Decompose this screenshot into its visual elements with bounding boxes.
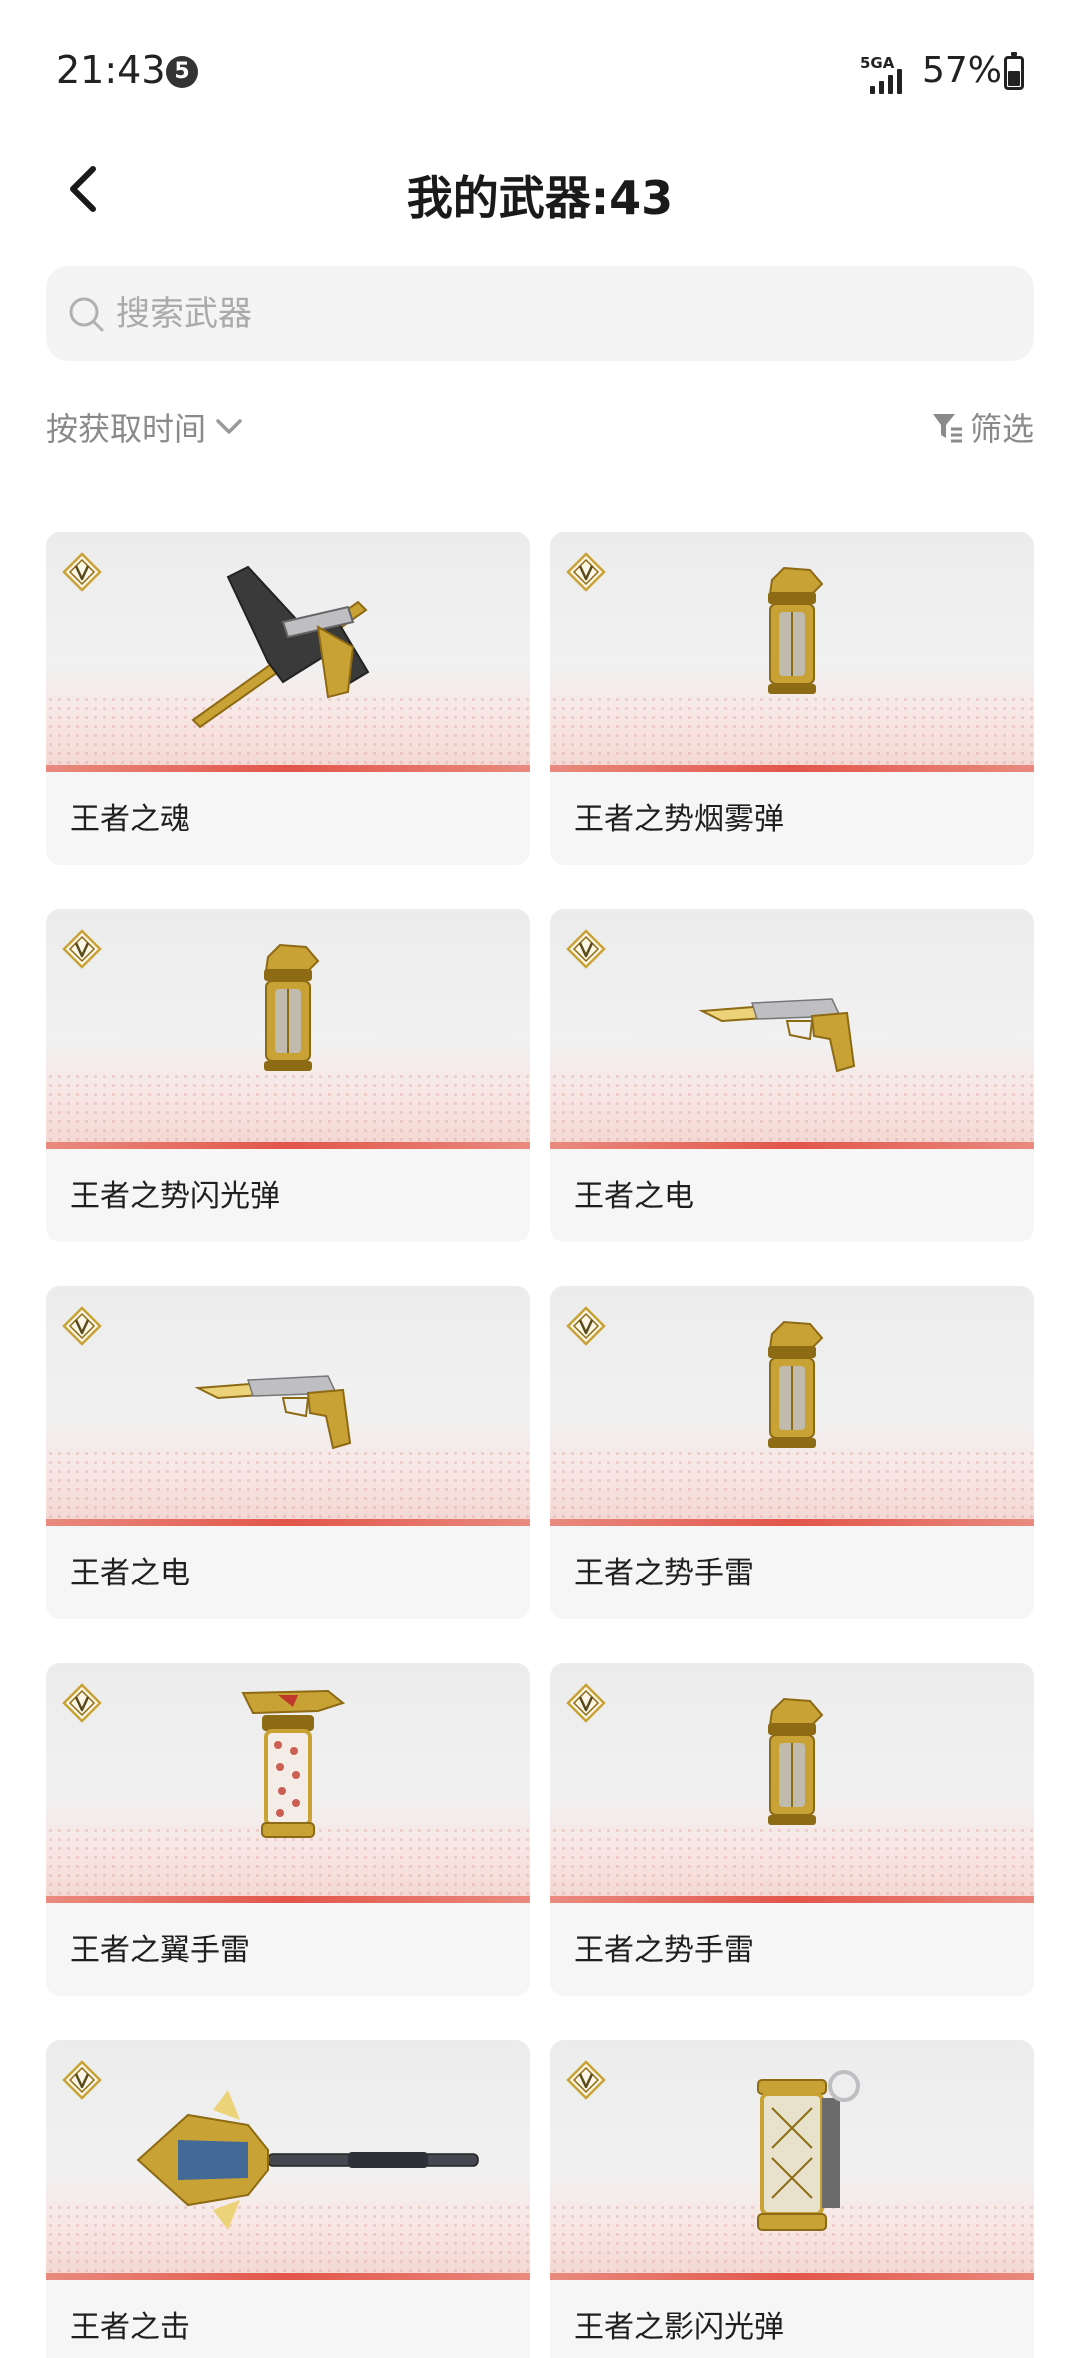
weapon-image-area [550, 1286, 1034, 1526]
weapon-image-area [46, 1286, 530, 1526]
weapon-image-area [550, 2040, 1034, 2280]
grenade-canister-icon [768, 566, 824, 694]
search-input[interactable] [116, 293, 996, 334]
header: 我的武器:43 [0, 140, 1080, 240]
weapon-card[interactable]: 王者之势闪光弹 [46, 909, 530, 1242]
weapon-image-area [46, 1663, 530, 1903]
grenade-canister-icon [264, 943, 320, 1071]
weapon-card[interactable]: 王者之击 [46, 2040, 530, 2358]
weapon-name: 王者之击 [70, 2310, 190, 2345]
signal-icon: 5GA [860, 54, 914, 94]
crossed-pistol-blade-icon [191, 565, 370, 729]
weapon-name: 王者之势手雷 [574, 1933, 754, 1968]
golden-pistol-icon [698, 998, 856, 1073]
weapon-card[interactable]: 王者之电 [550, 909, 1034, 1242]
vip-badge-icon [62, 2060, 102, 2100]
grenade-canister-icon [768, 1320, 824, 1448]
weapon-name: 王者之影闪光弹 [574, 2310, 784, 2345]
chevron-down-icon [216, 419, 242, 434]
sort-dropdown[interactable]: 按获取时间 [46, 404, 244, 450]
search-box[interactable] [46, 266, 1034, 361]
vip-badge-icon [566, 929, 606, 969]
weapon-image-area [46, 909, 530, 1149]
weapon-card[interactable]: 王者之影闪光弹 [550, 2040, 1034, 2358]
battery-percentage: 57% [922, 50, 1003, 91]
weapon-card[interactable]: 王者之势手雷 [550, 1663, 1034, 1996]
weapon-image-area [550, 1663, 1034, 1903]
filter-icon [932, 414, 962, 443]
weapon-card[interactable]: 王者之势手雷 [550, 1286, 1034, 1619]
vip-badge-icon [62, 552, 102, 592]
vip-badge-icon [62, 929, 102, 969]
status-bar: 21:43 5 5GA 57% [0, 0, 1080, 140]
weapon-image-area [46, 532, 530, 772]
filter-label: 筛选 [969, 410, 1034, 448]
sort-filter-row: 按获取时间 筛选 [46, 404, 1034, 460]
weapon-image-area [46, 2040, 530, 2280]
weapon-name: 王者之电 [574, 1179, 694, 1214]
weapon-card[interactable]: 王者之翼手雷 [46, 1663, 530, 1996]
weapon-name: 王者之电 [70, 1556, 190, 1591]
weapon-image-area [550, 909, 1034, 1149]
dragon-grenade-icon [241, 1689, 346, 1838]
filter-button[interactable]: 筛选 [930, 404, 1034, 450]
vip-badge-icon [566, 552, 606, 592]
weapon-name: 王者之势手雷 [574, 1556, 754, 1591]
status-time: 21:43 [56, 48, 166, 92]
battery-icon [1004, 52, 1024, 90]
weapon-name: 王者之势烟雾弹 [574, 802, 784, 837]
weapon-card[interactable]: 王者之势烟雾弹 [550, 532, 1034, 865]
weapon-card[interactable]: 王者之电 [46, 1286, 530, 1619]
vip-badge-icon [566, 1683, 606, 1723]
vip-badge-icon [62, 1683, 102, 1723]
weapon-name: 王者之势闪光弹 [70, 1179, 280, 1214]
warhammer-icon [136, 2090, 479, 2230]
page-title: 我的武器:43 [406, 171, 674, 225]
weapon-card[interactable]: 王者之魂 [46, 532, 530, 865]
notification-count-badge: 5 [166, 56, 198, 88]
flashbang-icon [757, 2070, 860, 2231]
sort-label: 按获取时间 [46, 410, 207, 448]
golden-pistol-icon [194, 1375, 352, 1450]
weapon-name: 王者之魂 [70, 802, 190, 837]
vip-badge-icon [566, 1306, 606, 1346]
vip-badge-icon [566, 2060, 606, 2100]
grenade-canister-icon [768, 1697, 824, 1825]
search-icon [69, 297, 104, 331]
vip-badge-icon [62, 1306, 102, 1346]
weapon-image-area [550, 532, 1034, 772]
weapon-name: 王者之翼手雷 [70, 1933, 250, 1968]
